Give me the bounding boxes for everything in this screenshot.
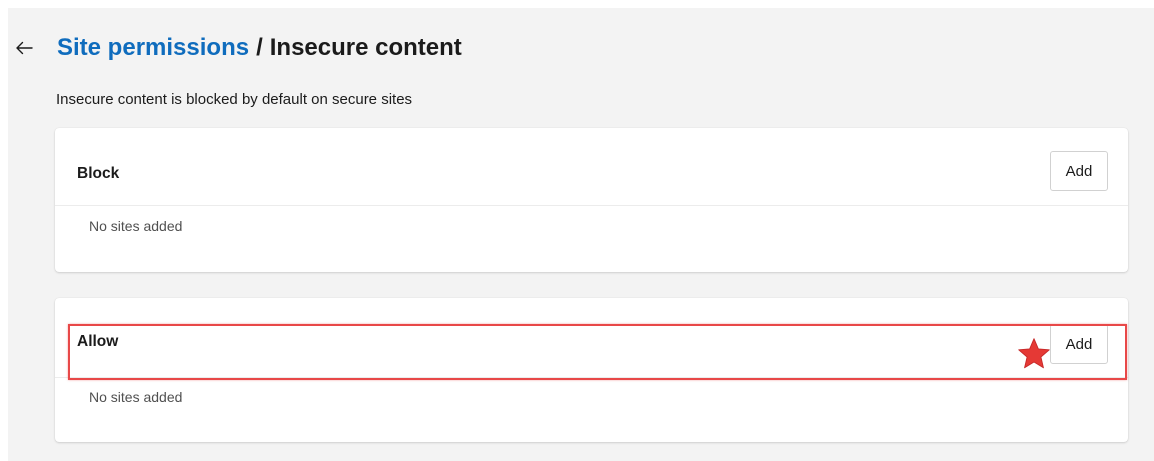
block-section: Block Add No sites added bbox=[55, 128, 1128, 272]
breadcrumb-separator: / bbox=[256, 34, 263, 61]
settings-panel: Site permissions / Insecure content Inse… bbox=[8, 8, 1154, 461]
block-section-title: Block bbox=[77, 165, 120, 182]
page-title: Site permissions / Insecure content bbox=[57, 30, 462, 66]
allow-empty-text: No sites added bbox=[89, 389, 183, 405]
block-empty-text: No sites added bbox=[89, 218, 183, 234]
page-description: Insecure content is blocked by default o… bbox=[56, 91, 413, 108]
back-arrow-icon bbox=[16, 41, 33, 55]
allow-section-header: Allow Add bbox=[55, 298, 1128, 378]
allow-section-title: Allow bbox=[77, 333, 119, 350]
allow-section: Allow Add No sites added bbox=[55, 298, 1128, 442]
block-add-button[interactable]: Add bbox=[1050, 151, 1108, 191]
back-button[interactable] bbox=[12, 36, 36, 60]
breadcrumb-current: Insecure content bbox=[269, 34, 462, 61]
breadcrumb-site-permissions-link[interactable]: Site permissions bbox=[57, 34, 249, 62]
allow-add-button[interactable]: Add bbox=[1050, 324, 1108, 364]
block-section-header: Block Add bbox=[55, 128, 1128, 206]
